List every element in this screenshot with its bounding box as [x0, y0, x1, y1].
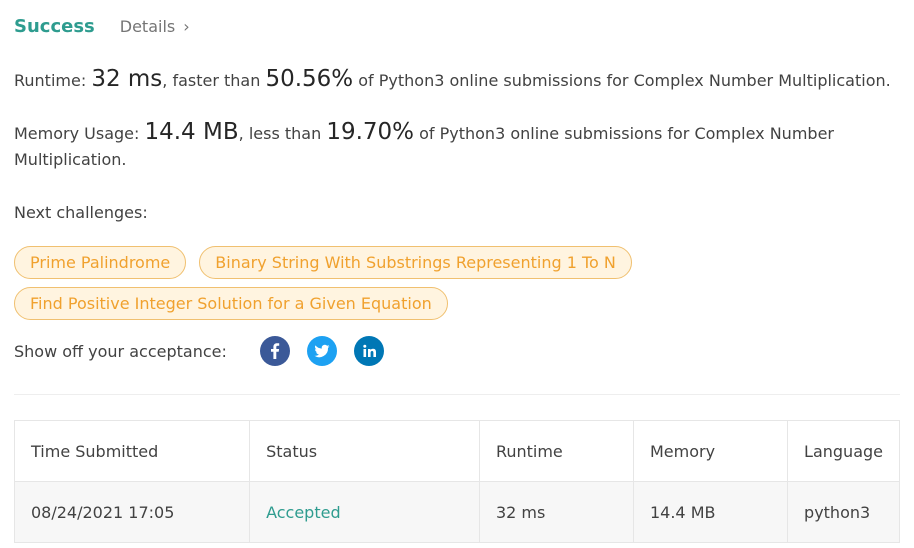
- table-header-row: Time Submitted Status Runtime Memory Lan…: [13, 420, 900, 482]
- share-bar: Show off your acceptance:: [14, 336, 401, 366]
- challenge-tag[interactable]: Find Positive Integer Solution for a Giv…: [14, 287, 448, 320]
- column-header: Language: [787, 420, 900, 482]
- result-status: Success: [14, 16, 95, 37]
- table-row: 08/24/2021 17:05 Accepted 32 ms 14.4 MB …: [13, 481, 900, 543]
- column-header: Time Submitted: [13, 420, 251, 482]
- result-header: Success Details ›: [14, 16, 190, 37]
- linkedin-icon[interactable]: [353, 336, 384, 366]
- details-label: Details: [119, 17, 176, 36]
- runtime-label: Runtime:: [14, 71, 92, 90]
- memory-label: Memory Usage:: [14, 124, 145, 143]
- time-submitted-cell: 08/24/2021 17:05: [13, 481, 251, 543]
- runtime-value: 32 ms: [91, 66, 163, 92]
- memory-value: 14.4 MB: [144, 119, 239, 145]
- memory-mid: , less than: [238, 124, 327, 143]
- challenge-tag[interactable]: Prime Palindrome: [14, 246, 187, 279]
- column-header: Status: [249, 420, 480, 482]
- details-link[interactable]: Details ›: [120, 17, 190, 36]
- challenge-tag[interactable]: Binary String With Substrings Representi…: [199, 246, 632, 279]
- memory-percent: 19.70%: [326, 119, 415, 145]
- submissions-table: Time Submitted Status Runtime Memory Lan…: [13, 420, 900, 543]
- next-challenges: Prime Palindrome Binary String With Subs…: [14, 246, 714, 320]
- runtime-suffix: of Python3 online submissions for Comple…: [353, 71, 891, 90]
- column-header: Memory: [632, 420, 789, 482]
- column-header: Runtime: [478, 420, 634, 482]
- share-label: Show off your acceptance:: [14, 341, 227, 361]
- status-link[interactable]: Accepted: [266, 503, 341, 522]
- chevron-right-icon: ›: [183, 17, 190, 36]
- memory-cell: 14.4 MB: [632, 481, 789, 543]
- memory-summary: Memory Usage: 14.4 MB, less than 19.70% …: [14, 119, 894, 173]
- language-cell: python3: [787, 481, 900, 543]
- runtime-summary: Runtime: 32 ms, faster than 50.56% of Py…: [14, 66, 894, 94]
- next-challenges-label: Next challenges:: [14, 203, 148, 222]
- runtime-percent: 50.56%: [265, 66, 354, 92]
- runtime-cell: 32 ms: [478, 481, 634, 543]
- divider: [14, 394, 900, 395]
- twitter-icon[interactable]: [306, 336, 337, 366]
- runtime-mid: , faster than: [162, 71, 266, 90]
- facebook-icon[interactable]: [259, 336, 290, 366]
